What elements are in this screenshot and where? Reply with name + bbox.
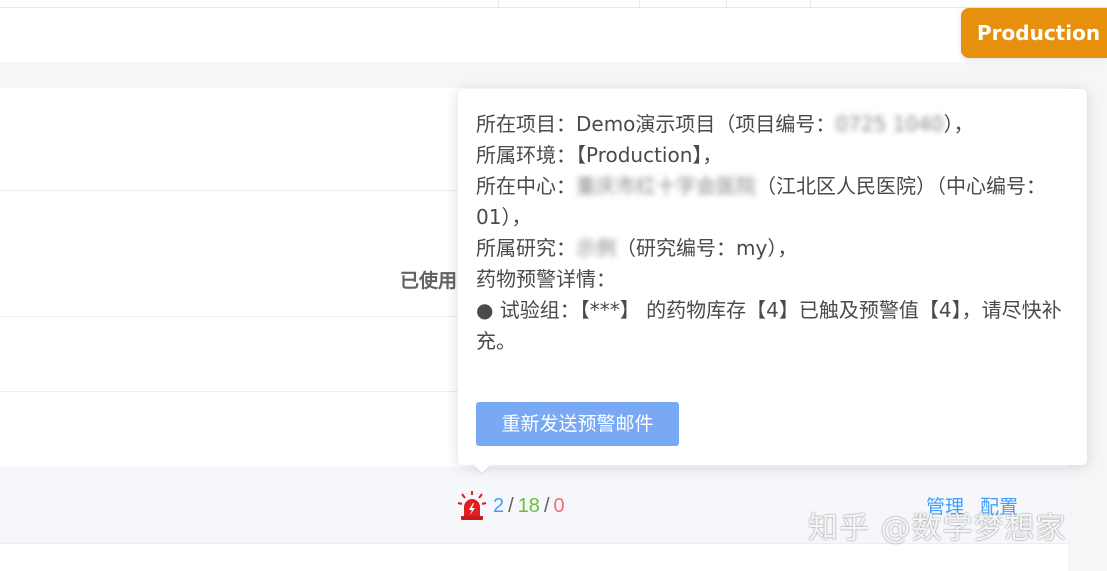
used-label: 已使用 bbox=[400, 270, 458, 292]
center-prefix: 所在中心： bbox=[476, 174, 576, 198]
popover-arrow bbox=[474, 465, 490, 473]
table-header-row bbox=[0, 0, 1107, 8]
details-label: 药物预警详情： bbox=[476, 267, 616, 291]
project-prefix: 所在项目：Demo演示项目（项目编号： bbox=[476, 112, 836, 136]
resend-warning-email-button[interactable]: 重新发送预警邮件 bbox=[476, 402, 679, 446]
detail-item: ● 试验组：【***】 的药物库存【4】已触及预警值【4】，请尽快补充。 bbox=[476, 298, 1062, 353]
alarm-siren-icon[interactable] bbox=[457, 490, 487, 522]
column-divider bbox=[498, 0, 499, 7]
environment-badge: Production bbox=[961, 8, 1107, 58]
study-line: 所属研究：示例（研究编号：my）， bbox=[476, 233, 1069, 264]
inventory-counts: 2 / 18 / 0 bbox=[457, 488, 565, 524]
project-suffix: ）， bbox=[943, 112, 974, 136]
study-masked: 示例 bbox=[576, 236, 616, 260]
count-first: 2 bbox=[493, 494, 505, 517]
project-code-masked: 0725 1040 bbox=[835, 112, 944, 136]
popover-content: 所在项目：Demo演示项目（项目编号：0725 1040）， 所属环境：【Pro… bbox=[476, 109, 1069, 357]
center-line: 所在中心：重庆市红十字会医院（江北区人民医院）（中心编号：01）， bbox=[476, 171, 1069, 233]
count-separator: / bbox=[508, 494, 514, 517]
study-prefix: 所属研究： bbox=[476, 236, 576, 260]
study-suffix: （研究编号：my）， bbox=[616, 236, 798, 260]
column-divider bbox=[726, 0, 727, 7]
watermark: 知乎 @数学梦想家 bbox=[808, 511, 1067, 546]
column-divider bbox=[810, 0, 811, 7]
column-divider bbox=[639, 0, 640, 7]
project-line: 所在项目：Demo演示项目（项目编号：0725 1040）， bbox=[476, 109, 1069, 140]
top-header bbox=[0, 0, 1107, 62]
count-third: 0 bbox=[553, 494, 565, 517]
count-second: 18 bbox=[517, 494, 540, 517]
center-masked: 重庆市红十字会医院 bbox=[576, 174, 756, 198]
drug-warning-popover: 所在项目：Demo演示项目（项目编号：0725 1040）， 所属环境：【Pro… bbox=[458, 89, 1087, 465]
environment-line: 所属环境：【Production】， bbox=[476, 143, 723, 167]
count-separator: / bbox=[543, 494, 550, 517]
